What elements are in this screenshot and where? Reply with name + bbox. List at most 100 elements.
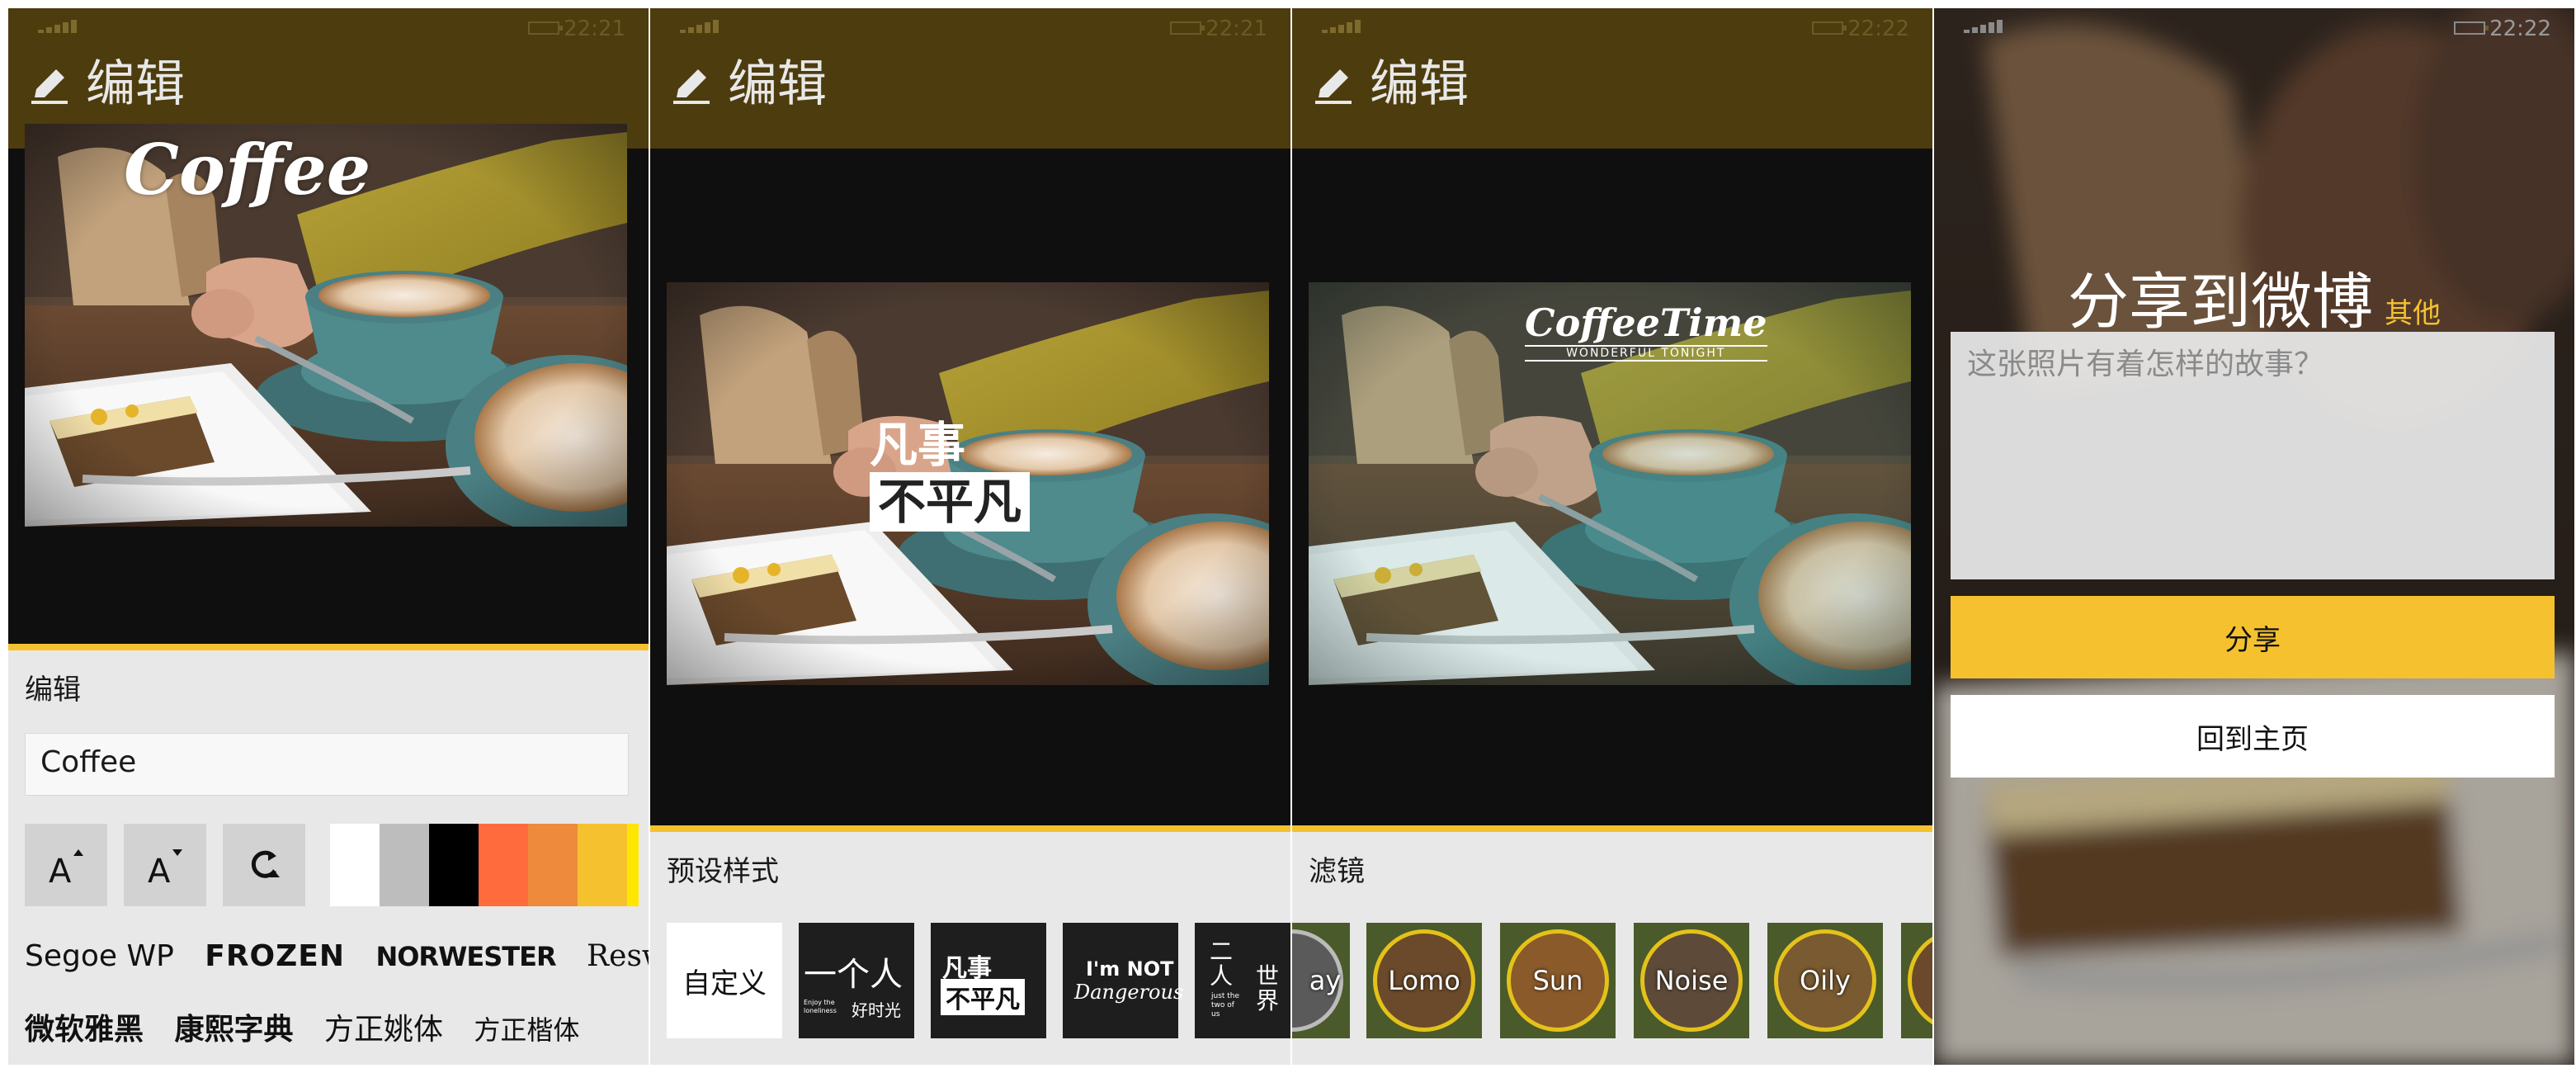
preset-tile[interactable]: 二人 世界 just the two of us — [1195, 923, 1290, 1038]
page-title-text: 编辑 — [1370, 55, 1469, 113]
filter-tile[interactable]: Lomo — [1366, 923, 1482, 1038]
color-swatch[interactable] — [429, 824, 479, 906]
battery-icon — [1812, 21, 1847, 35]
tile-small: just the two of us — [1211, 992, 1240, 1019]
overlay-main: CoffeeTime — [1525, 300, 1767, 345]
text-input[interactable]: Coffee — [25, 733, 629, 796]
preset-tile-custom[interactable]: 自定义 — [667, 923, 782, 1038]
font-option[interactable]: 康熙字典 — [174, 1012, 293, 1047]
filter-label: Lomo — [1388, 965, 1460, 996]
tile-line2: 世界 — [1256, 962, 1280, 1014]
filter-tile[interactable]: Oily — [1767, 923, 1883, 1038]
filter-tile[interactable]: Sun — [1500, 923, 1616, 1038]
status-bar: 22:22 — [1934, 8, 2574, 41]
color-swatch[interactable] — [627, 824, 639, 906]
pencil-icon — [673, 69, 710, 104]
app-header: 22:22 编辑 — [1292, 8, 1932, 149]
section-title: 滤镜 — [1309, 855, 1365, 888]
battery-icon — [2454, 21, 2489, 35]
color-swatch[interactable] — [578, 824, 627, 906]
filter-label: Noise — [1654, 965, 1729, 996]
status-time: 22:22 — [1847, 17, 1909, 41]
filter-tile[interactable]: ay — [1292, 923, 1350, 1038]
photo[interactable]: 凡事 不平凡 — [667, 282, 1269, 685]
preset-overlay[interactable]: 凡事 不平凡 — [870, 417, 1031, 532]
font-option[interactable]: NORWESTER — [375, 941, 556, 972]
font-decrease-icon: A — [148, 849, 182, 886]
tile-line2: 不平凡 — [941, 979, 1025, 1015]
rotate-button[interactable] — [223, 824, 305, 906]
coffeetime-overlay[interactable]: CoffeeTime WONDERFUL TONIGHT — [1525, 300, 1767, 362]
status-time: 22:21 — [1205, 17, 1267, 41]
panel-filters: 22:22 编辑 CoffeeTime WONDERFUL TONIGHT 滤镜… — [1292, 8, 1932, 1065]
signal-icon — [1322, 20, 1363, 33]
tile-line2: Dangerous — [1074, 981, 1184, 1004]
page-title: 编辑 — [1312, 58, 1469, 111]
section-title: 预设样式 — [667, 855, 779, 888]
latin-font-list: Segoe WP FROZEN NORWESTER Reswysokr — [25, 939, 649, 973]
tools-panel: 预设样式 自定义 一个人 好时光 Enjoy the loneliness 凡事… — [650, 832, 1290, 1065]
status-bar: 22:22 — [1292, 8, 1932, 41]
other-link[interactable]: 其他 — [2385, 297, 2441, 330]
rotate-icon — [251, 850, 280, 878]
preset-tile[interactable]: I'm NOT Dangerous — [1063, 923, 1183, 1038]
tile-sub: 好时光 — [852, 1000, 901, 1020]
svg-text:A: A — [148, 853, 171, 886]
font-option[interactable]: FROZEN — [205, 939, 345, 973]
share-button[interactable]: 分享 — [1951, 596, 2555, 678]
pencil-icon — [1315, 69, 1352, 104]
battery-icon — [1170, 21, 1205, 35]
text-overlay[interactable]: Coffee — [124, 129, 370, 210]
tools-panel: 滤镜 ay Lomo Sun Noise Oily — [1292, 832, 1932, 1065]
color-swatch[interactable] — [380, 824, 429, 906]
overlay-line2: 不平凡 — [870, 472, 1031, 532]
panel-share: 22:22 分享到微博 其他 这张照片有着怎样的故事？ 分享 回到主页 — [1934, 8, 2574, 1065]
filter-label: Sun — [1532, 965, 1583, 996]
color-swatch[interactable] — [479, 824, 528, 906]
filter-tile[interactable] — [1901, 923, 1932, 1038]
photo[interactable]: CoffeeTime WONDERFUL TONIGHT — [1309, 282, 1911, 685]
home-button[interactable]: 回到主页 — [1951, 695, 2555, 778]
accent-divider — [8, 644, 649, 650]
font-option[interactable]: 微软雅黑 — [25, 1013, 144, 1047]
tile-line1: I'm NOT — [1086, 957, 1174, 981]
preset-tile[interactable]: 一个人 好时光 Enjoy the loneliness — [799, 923, 914, 1038]
share-title: 分享到微博 其他 — [1934, 253, 2574, 341]
font-option[interactable]: 方正姚体 — [324, 1013, 443, 1047]
decrease-font-button[interactable]: A — [124, 824, 206, 906]
canvas-area: 凡事 不平凡 — [650, 149, 1290, 825]
status-bar: 22:21 — [8, 8, 649, 41]
overlay-sub: WONDERFUL TONIGHT — [1525, 345, 1767, 362]
font-increase-icon: A — [49, 849, 83, 886]
canvas-area: Coffee — [8, 149, 649, 644]
page-title: 编辑 — [670, 58, 827, 111]
story-textbox[interactable]: 这张照片有着怎样的故事？ — [1951, 332, 2555, 579]
font-option[interactable]: 方正楷体 — [474, 1014, 579, 1046]
signal-icon — [38, 20, 79, 33]
panel-preset-styles: 22:21 编辑 凡事 不平凡 预设样式 自定义 一个人 好时光 Enjoy t… — [650, 8, 1290, 1065]
page-title-text: 编辑 — [728, 55, 827, 113]
filter-label: Oily — [1800, 965, 1851, 996]
pencil-icon — [31, 69, 68, 104]
filter-tile[interactable]: Noise — [1634, 923, 1749, 1038]
section-title: 编辑 — [25, 674, 81, 707]
color-swatch[interactable] — [330, 824, 380, 906]
font-option[interactable]: Reswysokr — [587, 939, 649, 973]
photo[interactable]: Coffee — [25, 124, 627, 527]
font-option[interactable]: Segoe WP — [25, 939, 174, 973]
share-title-text: 分享到微博 — [2068, 267, 2373, 338]
accent-divider — [650, 825, 1290, 832]
status-time: 22:22 — [2489, 17, 2551, 41]
status-bar: 22:21 — [650, 8, 1290, 41]
canvas-area: CoffeeTime WONDERFUL TONIGHT — [1292, 149, 1932, 825]
svg-text:A: A — [49, 853, 72, 886]
color-swatch[interactable] — [528, 824, 578, 906]
status-time: 22:21 — [564, 17, 625, 41]
overlay-line1: 凡事 — [870, 417, 966, 473]
signal-icon — [1964, 20, 2005, 33]
page-title: 编辑 — [28, 58, 185, 111]
increase-font-button[interactable]: A — [25, 824, 107, 906]
tile-main: 一个人 — [804, 956, 903, 994]
preset-tile[interactable]: 凡事 不平凡 — [931, 923, 1046, 1038]
tools-panel: 编辑 Coffee A A Segoe WP FROZEN NORWESTER … — [8, 650, 649, 1065]
